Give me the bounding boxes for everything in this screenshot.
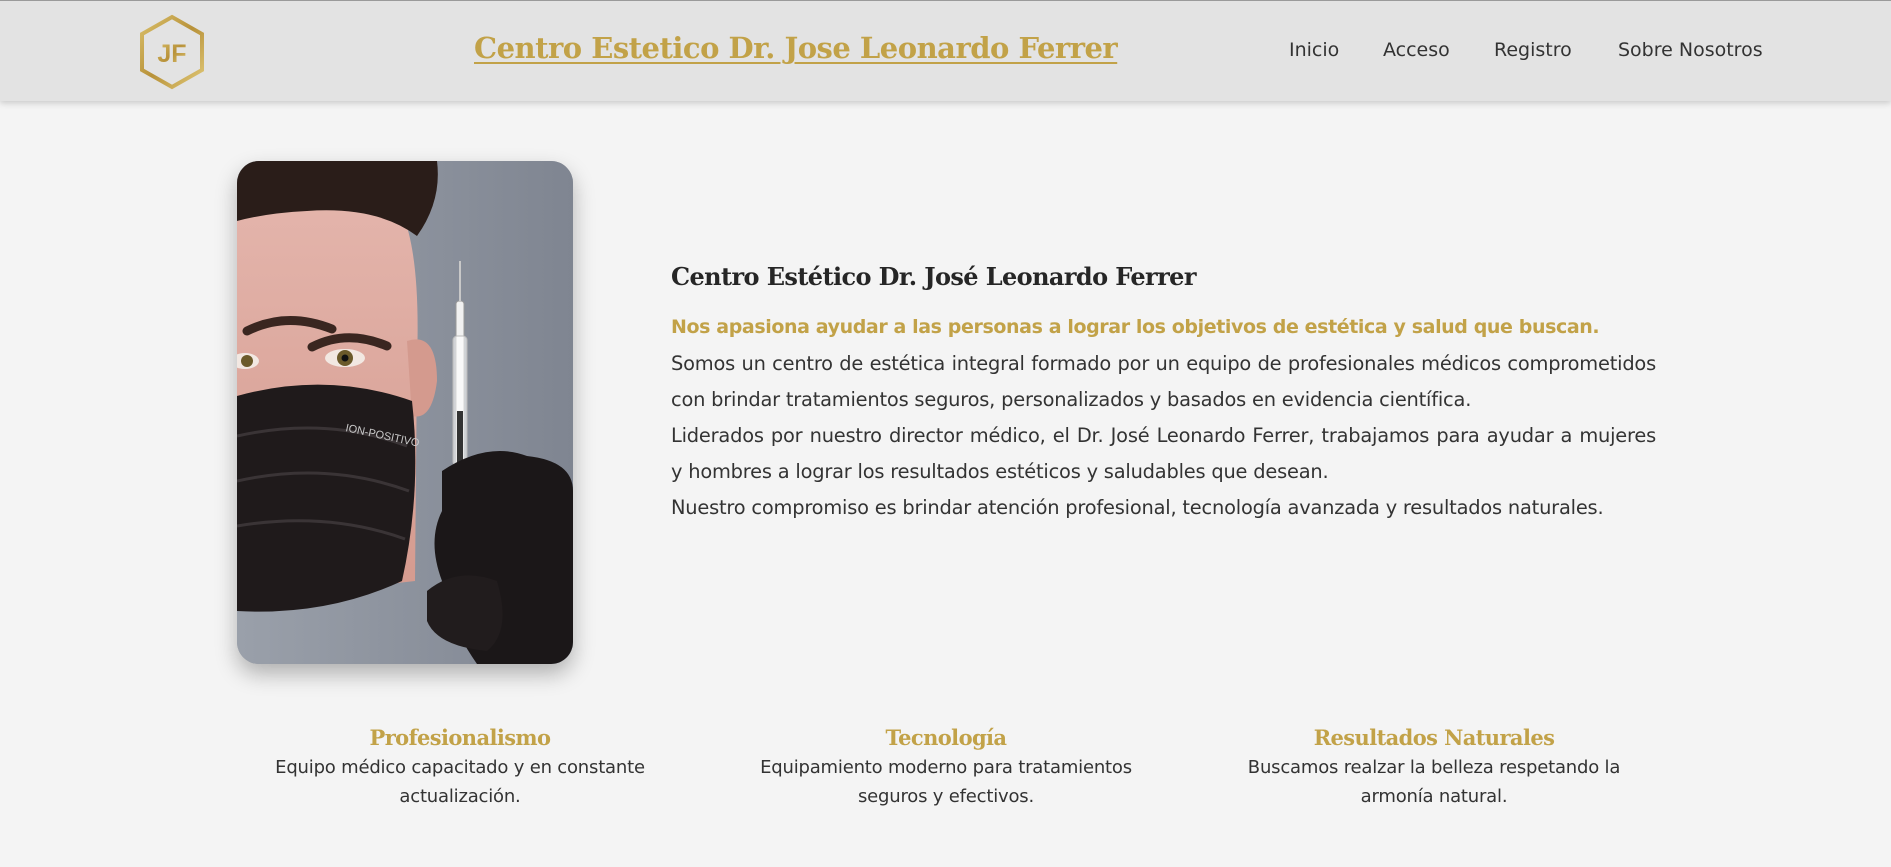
nav-link-registro[interactable]: Registro — [1494, 39, 1572, 61]
feature-title: Tecnología — [885, 725, 1008, 750]
feature-text: Equipo médico capacitado y en constante … — [275, 757, 645, 807]
feature-tecnologia: Tecnología Equipamiento moderno para tra… — [736, 723, 1156, 811]
about-body: Somos un centro de estética integral for… — [671, 346, 1656, 526]
site-header: JF Centro Estetico Dr. Jose Leonardo Fer… — [0, 0, 1891, 101]
feature-profesionalismo: Profesionalismo Equipo médico capacitado… — [250, 723, 670, 811]
about-paragraph: Nuestro compromiso es brindar atención p… — [671, 496, 1604, 519]
about-title: Centro Estético Dr. José Leonardo Ferrer — [671, 262, 1196, 291]
jf-logo-icon[interactable]: JF — [138, 14, 206, 90]
feature-text: Equipamiento moderno para tratamientos s… — [760, 757, 1132, 807]
features-section: Profesionalismo Equipo médico capacitado… — [250, 723, 1682, 813]
site-title-link[interactable]: Centro Estetico Dr. Jose Leonardo Ferrer — [474, 31, 1118, 65]
logo-text: JF — [157, 40, 186, 68]
nav-link-inicio[interactable]: Inicio — [1289, 39, 1339, 61]
about-paragraph: Somos un centro de estética integral for… — [671, 352, 1656, 411]
about-paragraph: Liderados por nuestro director médico, e… — [671, 424, 1656, 483]
feature-resultados-naturales: Resultados Naturales Buscamos realzar la… — [1224, 723, 1644, 811]
doctor-photo: ION-POSITIVO — [237, 161, 573, 664]
nav-link-acceso[interactable]: Acceso — [1383, 39, 1450, 61]
about-lead: Nos apasiona ayudar a las personas a log… — [671, 316, 1600, 338]
nav-link-sobre-nosotros[interactable]: Sobre Nosotros — [1618, 39, 1763, 61]
main-nav: Inicio Acceso Registro Sobre Nosotros — [1289, 39, 1891, 65]
feature-title: Profesionalismo — [369, 725, 552, 750]
feature-title: Resultados Naturales — [1313, 725, 1555, 750]
feature-text: Buscamos realzar la belleza respetando l… — [1247, 757, 1621, 807]
